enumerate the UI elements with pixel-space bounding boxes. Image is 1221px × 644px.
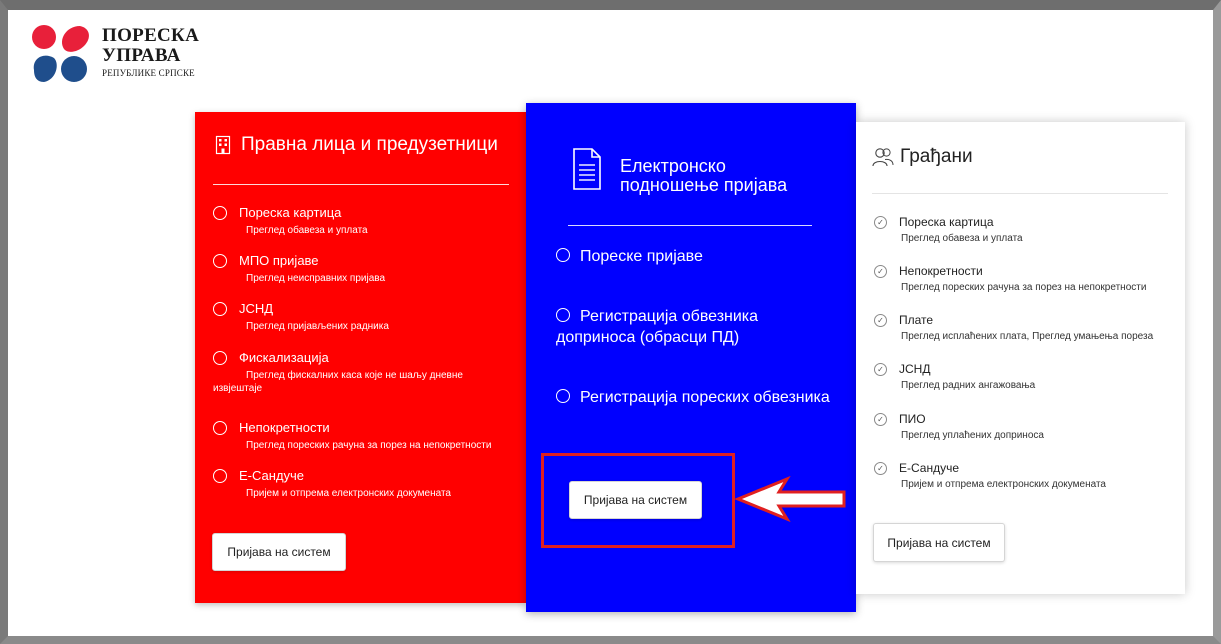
legal-login-button[interactable]: Пријава на систем [212, 533, 346, 571]
item-label: ЈСНД [899, 362, 931, 376]
radio-icon[interactable] [213, 253, 227, 268]
legal-item-jsnd[interactable]: ЈСНД Преглед пријављених радника [213, 301, 513, 333]
logo-title-line2: УПРАВА [102, 45, 181, 66]
radio-icon[interactable] [556, 389, 570, 403]
citizens-item-jsnd[interactable]: ✓ ЈСНД Преглед радних ангажовања [874, 362, 1179, 391]
divider [213, 184, 509, 185]
electronic-filing-title-line1: Електронско [620, 156, 726, 176]
logo[interactable]: ПОРЕСКА УПРАВА РЕПУБЛИКЕ СРПСКЕ [28, 22, 248, 92]
radio-icon[interactable] [213, 350, 227, 365]
logo-title-line1: ПОРЕСКА [102, 25, 200, 46]
check-icon: ✓ [874, 412, 887, 426]
legal-item-tax-card[interactable]: Пореска картица Преглед обавеза и уплата [213, 205, 513, 237]
citizens-item-salaries[interactable]: ✓ Плате Преглед исплаћених плата, Преглед… [874, 313, 1179, 342]
legal-item-mpo[interactable]: МПО пријаве Преглед неисправних пријава [213, 253, 513, 285]
item-label: Непокретности [899, 264, 983, 278]
electronic-item-tax-returns[interactable]: Пореске пријаве [556, 246, 836, 267]
divider [872, 193, 1168, 194]
radio-icon[interactable] [556, 248, 570, 262]
check-icon: ✓ [874, 313, 887, 327]
item-description: Пријем и отпрема електронских докумената [246, 488, 451, 499]
item-label: Регистрација обвезника доприноса (обрасц… [556, 308, 759, 346]
item-label: ПИО [899, 412, 926, 426]
citizens-item-e-mailbox[interactable]: ✓ Е-Сандуче Пријем и отпрема електронских… [874, 461, 1179, 490]
item-description: Преглед пријављених радника [246, 321, 389, 332]
check-icon: ✓ [874, 362, 887, 376]
item-label: Пореске пријаве [580, 248, 703, 265]
item-description: Преглед неисправних пријава [246, 273, 386, 284]
item-label: Плате [899, 313, 934, 327]
radio-icon[interactable] [213, 420, 227, 435]
legal-item-e-mailbox[interactable]: Е-Сандуче Пријем и отпрема електронских … [213, 468, 513, 500]
citizens-item-pio[interactable]: ✓ ПИО Преглед уплаћених доприноса [874, 412, 1179, 441]
item-label: ЈСНД [239, 301, 274, 316]
item-label: МПО пријаве [239, 253, 319, 268]
item-description: Преглед уплаћених доприноса [901, 430, 1044, 441]
building-icon [215, 135, 231, 155]
item-label: Непокретности [239, 420, 330, 435]
item-description: Преглед пореских рачуна за порез на непо… [901, 282, 1147, 293]
legal-item-real-estate[interactable]: Непокретности Преглед пореских рачуна за… [213, 420, 513, 452]
citizens-title: Грађани [900, 146, 973, 167]
item-label: Фискализација [239, 350, 329, 365]
document-icon [573, 148, 601, 190]
citizens-login-button[interactable]: Пријава на систем [873, 523, 1005, 562]
electronic-item-taxpayer-registration[interactable]: Регистрација пореских обвезника [556, 387, 836, 408]
item-label: Е-Сандуче [239, 468, 305, 483]
divider [568, 225, 812, 226]
radio-icon[interactable] [556, 308, 570, 322]
citizens-item-tax-card[interactable]: ✓ Пореска картица Преглед обавеза и уплат… [874, 215, 1179, 244]
radio-icon[interactable] [213, 468, 227, 483]
item-label: Е-Сандуче [899, 461, 960, 475]
highlight-box [541, 453, 735, 548]
item-description: Преглед обавеза и уплата [246, 225, 368, 236]
item-label: Пореска картица [899, 215, 994, 229]
electronic-item-contributor-registration[interactable]: Регистрација обвезника доприноса (обрасц… [556, 306, 836, 348]
legal-entities-title: Правна лица и предузетници [241, 134, 498, 155]
users-icon [872, 148, 894, 167]
item-description: Преглед фискалних каса које не шаљу днев… [213, 370, 463, 394]
legal-entities-card: Правна лица и предузетници Пореска карти… [195, 112, 526, 603]
left-arrow-icon [735, 476, 846, 522]
item-description: Преглед исплаћених плата, Преглед умањењ… [901, 331, 1154, 342]
radio-icon[interactable] [213, 301, 227, 316]
citizens-item-real-estate[interactable]: ✓ Непокретности Преглед пореских рачуна з… [874, 264, 1179, 293]
radio-icon[interactable] [213, 205, 227, 220]
electronic-filing-title-line2: подношење пријава [620, 175, 788, 195]
item-label: Пореска картица [239, 205, 342, 220]
check-icon: ✓ [874, 215, 887, 229]
item-description: Преглед обавеза и уплата [901, 233, 1023, 244]
logo-subtitle: РЕПУБЛИКЕ СРПСКЕ [102, 68, 195, 78]
item-description: Пријем и отпрема електронских докумената [901, 479, 1106, 490]
check-icon: ✓ [874, 461, 887, 475]
item-label: Регистрација пореских обвезника [580, 389, 830, 406]
citizens-card: Грађани ✓ Пореска картица Преглед обавеза… [856, 122, 1185, 594]
legal-item-fiscalization[interactable]: Фискализација Преглед фискалних каса кој… [213, 350, 513, 395]
item-description: Преглед радних ангажовања [901, 380, 1036, 391]
item-description: Преглед пореских рачуна за порез на непо… [246, 440, 492, 451]
check-icon: ✓ [874, 264, 887, 278]
tax-administration-logo-icon [32, 25, 89, 82]
